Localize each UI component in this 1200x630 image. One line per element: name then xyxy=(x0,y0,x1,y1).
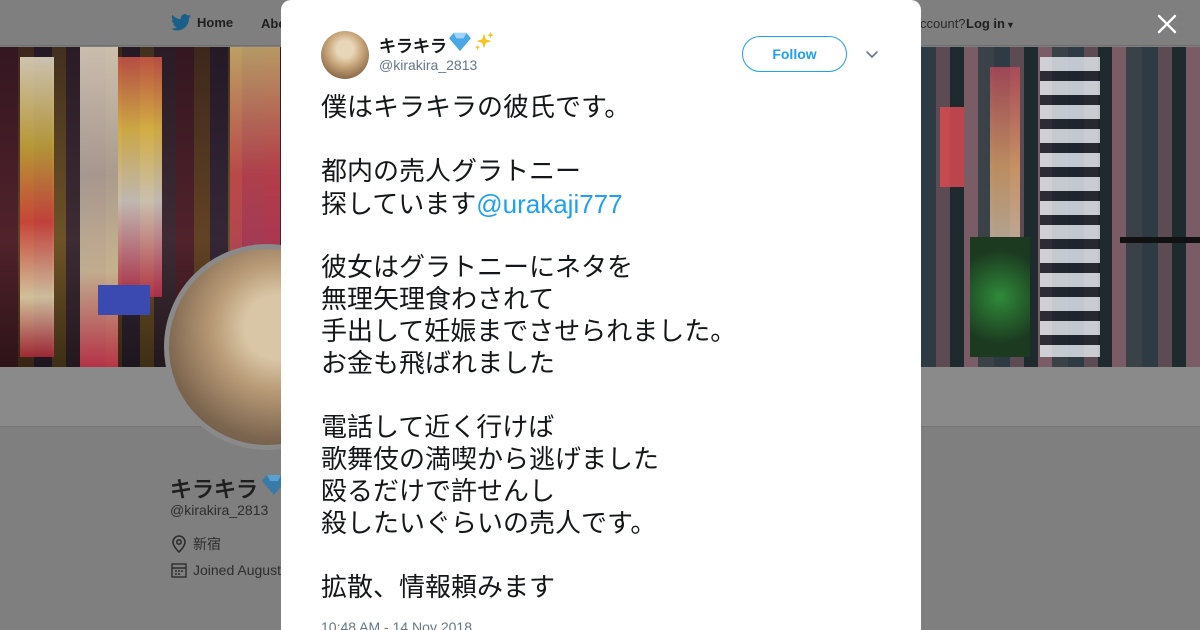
tweet-line-text: 殺したいぐらいの売人です。 xyxy=(321,509,657,539)
tweet-line: 手出して妊娠までさせられました。 xyxy=(321,316,901,348)
profile-name: キラキラ xyxy=(170,472,287,504)
close-icon[interactable] xyxy=(1153,10,1181,38)
tweet-line xyxy=(321,124,901,156)
tweet-line-text: 僕はキラキラの彼氏です。 xyxy=(321,93,631,123)
chevron-down-icon[interactable] xyxy=(864,46,880,62)
tweet-line: 殴るだけで許せんし xyxy=(321,476,901,508)
tweet-line: 探しています@urakaji777 xyxy=(321,188,901,220)
tweet-line: 都内の売人グラトニー xyxy=(321,156,901,188)
caret-down-icon: ▼ xyxy=(1006,20,1015,30)
neon-sign xyxy=(118,57,162,297)
tweet-line xyxy=(321,220,901,252)
profile-name-text: キラキラ xyxy=(170,478,259,503)
nav-login-link[interactable]: Log in▼ xyxy=(966,16,1015,31)
neon-sign xyxy=(20,57,54,357)
tweet-line-text: 歌舞伎の満喫から逃げました xyxy=(321,445,660,475)
tweet-line-text: 殴るだけで許せんし xyxy=(321,477,556,507)
neon-sign xyxy=(98,285,150,315)
tweet-line: 電話して近く行けば xyxy=(321,412,901,444)
location-pin-icon xyxy=(172,535,186,553)
tweet-line-text: 彼女はグラトニーにネタを xyxy=(321,253,634,283)
tweet-line: 殺したいぐらいの売人です。 xyxy=(321,508,901,540)
nav-login-label: Log in xyxy=(966,16,1005,31)
mention-link[interactable]: @urakaji777 xyxy=(476,189,622,219)
profile-handle: @kirakira_2813 xyxy=(170,502,269,518)
tweet-line-text: 探しています xyxy=(321,190,477,220)
tweet-timestamp[interactable]: 10:48 AM - 14 Nov 2018 xyxy=(321,619,472,630)
tweet-line-text: 手出して妊娠までさせられました。 xyxy=(321,317,737,347)
tweet-author-avatar[interactable] xyxy=(321,31,369,79)
gem-icon xyxy=(449,32,471,57)
banner-street-scene xyxy=(920,47,1200,367)
tweet-modal: キラキラ @kirakira_2813 Follow 僕はキラキラの彼氏です。 … xyxy=(281,0,921,630)
tweet-line: 彼女はグラトニーにネタを xyxy=(321,252,901,284)
tweet-line: 無理矢理食わされて xyxy=(321,284,901,316)
follow-button[interactable]: Follow xyxy=(742,36,847,72)
profile-joined: Joined August xyxy=(171,562,281,578)
profile-location: 新宿 xyxy=(171,534,221,554)
tweet-line: 僕はキラキラの彼氏です。 xyxy=(321,92,901,124)
sparkles-icon xyxy=(473,31,495,58)
tweet-text: 僕はキラキラの彼氏です。 都内の売人グラトニー 探しています@urakaji77… xyxy=(321,92,901,604)
profile-joined-text: Joined August xyxy=(193,562,281,578)
tweet-author-name-text: キラキラ xyxy=(379,37,447,57)
tweet-line-text: 拡散、情報頼みます xyxy=(321,573,556,603)
tweet-author-name[interactable]: キラキラ xyxy=(379,31,495,58)
tweet-line: 拡散、情報頼みます xyxy=(321,572,901,604)
tweet-line-text: 無理矢理食わされて xyxy=(321,285,555,315)
tweet-line: 歌舞伎の満喫から逃げました xyxy=(321,444,901,476)
tweet-line xyxy=(321,380,901,412)
calendar-icon xyxy=(171,563,187,578)
tweet-line-text: 都内の売人グラトニー xyxy=(321,157,582,187)
nav-home-link[interactable]: Home xyxy=(171,14,233,31)
profile-location-text: 新宿 xyxy=(193,537,221,553)
nav-home-label: Home xyxy=(197,15,234,30)
tweet-line: お金も飛ばれました xyxy=(321,348,901,380)
twitter-bird-icon xyxy=(171,14,191,31)
tweet-line-text: 電話して近く行けば xyxy=(321,413,555,443)
neon-sign xyxy=(80,47,118,367)
tweet-author-handle[interactable]: @kirakira_2813 xyxy=(379,57,477,73)
nav-account-prompt: ccount? xyxy=(920,16,966,31)
tweet-line-text: お金も飛ばれました xyxy=(321,349,556,379)
tweet-line xyxy=(321,540,901,572)
